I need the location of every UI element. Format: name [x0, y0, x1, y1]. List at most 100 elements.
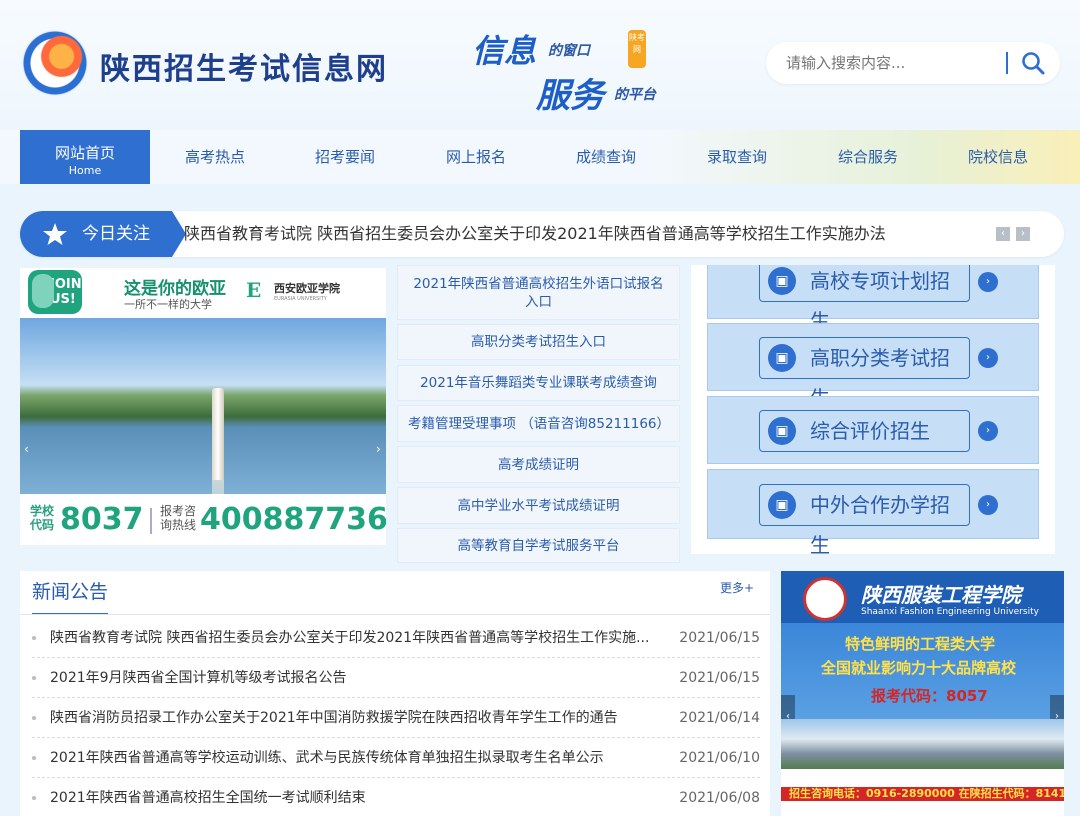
- bullet-icon: [32, 636, 36, 640]
- nav-item-gaokao-hot[interactable]: 高考热点: [150, 130, 280, 184]
- news-row[interactable]: 2021年陕西省普通高等学校运动训练、武术与民族传统体育单独招生拟录取考生名单公…: [32, 738, 760, 778]
- bullet-icon: [32, 676, 36, 680]
- entry-special-plan[interactable]: ▣ 高校专项计划招生 ›: [707, 265, 1039, 333]
- bullet-icon: [32, 716, 36, 720]
- news-row-title[interactable]: 2021年9月陕西省全国计算机等级考试报名公告: [50, 658, 650, 698]
- document-icon: ▣: [768, 267, 796, 295]
- today-focus-tag: 今日关注: [20, 211, 186, 257]
- ad-hotline-label: 报考咨询热线: [160, 504, 197, 532]
- site-header: 陕西招生考试信息网 信息 的窗口 陕考网 服务 的平台: [0, 0, 1080, 130]
- ad-footer: 学校代码 8037 报考咨询热线 4008877369: [20, 494, 386, 545]
- banner-school: 陕西服装工程学院: [861, 583, 1021, 607]
- quick-link[interactable]: 高中学业水平考试成绩证明: [397, 487, 680, 524]
- nav-item-colleges[interactable]: 院校信息: [933, 130, 1063, 184]
- news-row-title[interactable]: 2021年陕西省普通高等学校运动训练、武术与民族传统体育单独招生拟录取考生名单公…: [50, 738, 650, 778]
- chevron-right-icon: ›: [978, 348, 998, 368]
- ad-divider: [150, 508, 152, 534]
- news-row-date: 2021/06/14: [679, 710, 760, 726]
- news-row-date: 2021/06/15: [679, 630, 760, 646]
- quick-link[interactable]: 高考成绩证明: [397, 446, 680, 483]
- news-more-link[interactable]: 更多+: [720, 579, 754, 596]
- banner-code: 报考代码：8057: [871, 687, 988, 705]
- nav-home-en: Home: [68, 164, 102, 177]
- ad-school-logo: E: [246, 278, 262, 302]
- ad-code: 8037: [60, 502, 144, 537]
- slogan-line2: 服务: [536, 76, 604, 116]
- document-icon: ▣: [768, 344, 796, 372]
- campus-tower: [212, 388, 224, 480]
- slogan-line1: 信息: [472, 32, 537, 70]
- hand-icon: [32, 274, 54, 308]
- search-input[interactable]: [786, 52, 996, 74]
- quick-link[interactable]: 高等教育自学考试服务平台: [397, 528, 680, 563]
- news-row-title[interactable]: 陕西省教育考试院 陕西省招生委员会办公室关于印发2021年陕西省普通高等学校招生…: [50, 618, 650, 658]
- ad-school-name: 西安欧亚学院: [274, 282, 340, 295]
- quick-link[interactable]: 高职分类考试招生入口: [397, 324, 680, 360]
- news-row[interactable]: 陕西省消防员招录工作办公室关于2021年中国消防救援学院在陕西招收青年学生工作的…: [32, 698, 760, 738]
- nav-item-registration[interactable]: 网上报名: [411, 130, 541, 184]
- site-logo[interactable]: [22, 30, 88, 96]
- ad-code-label: 学校代码: [30, 504, 55, 532]
- news-row[interactable]: 陕西省教育考试院 陕西省招生委员会办公室关于印发2021年陕西省普通高等学校招生…: [32, 618, 760, 658]
- chevron-right-icon: ›: [978, 495, 998, 515]
- nav-home[interactable]: 网站首页 Home: [20, 130, 150, 184]
- banner-school-en: Shaanxi Fashion Engineering University: [861, 607, 1039, 617]
- entry-vocational[interactable]: ▣ 高职分类考试招生 ›: [707, 323, 1039, 410]
- news-row-date: 2021/06/10: [679, 750, 760, 766]
- enrollment-entries: ▣ 高校专项计划招生 › ▣ 高职分类考试招生 › ▣ 综合评价招生 › ▣ 中…: [691, 265, 1055, 554]
- entry-joint-program[interactable]: ▣ 中外合作办学招生 ›: [707, 469, 1039, 554]
- entry-label: 综合评价招生: [810, 419, 930, 443]
- quick-link[interactable]: 考籍管理受理事项 （语音咨询85211166）: [397, 405, 680, 442]
- search-icon[interactable]: [1020, 50, 1046, 76]
- ad-next-arrow-icon[interactable]: ›: [376, 442, 381, 456]
- slogan-small2: 的平台: [614, 87, 656, 103]
- banner-line1: 特色鲜明的工程类大学: [845, 635, 996, 653]
- news-row-title[interactable]: 陕西省消防员招录工作办公室关于2021年中国消防救援学院在陕西招收青年学生工作的…: [50, 698, 650, 738]
- news-row-date: 2021/06/15: [679, 670, 760, 686]
- fashion-university-banner[interactable]: 陕西服装工程学院 Shaanxi Fashion Engineering Uni…: [781, 571, 1064, 816]
- site-name[interactable]: 陕西招生考试信息网: [100, 44, 388, 88]
- news-row-date: 2021/06/08: [679, 790, 760, 806]
- banner-head: 陕西服装工程学院 Shaanxi Fashion Engineering Uni…: [781, 571, 1064, 623]
- banner-campus-photo: [781, 719, 1064, 769]
- nav-home-label: 网站首页: [54, 144, 115, 162]
- nav-item-news[interactable]: 招考要闻: [280, 130, 410, 184]
- chevron-right-icon: ›: [978, 272, 998, 292]
- campus-photo: ‹ ›: [20, 318, 386, 540]
- ad-prev-arrow-icon[interactable]: ‹: [24, 442, 29, 456]
- search-box: [766, 42, 1060, 84]
- nav-item-admission[interactable]: 录取查询: [672, 130, 802, 184]
- nav-item-scores[interactable]: 成绩查询: [541, 130, 671, 184]
- ad-join-text: JOIN US!: [50, 277, 82, 307]
- document-icon: ▣: [768, 417, 796, 445]
- chevron-right-icon: ›: [978, 421, 998, 441]
- quick-link[interactable]: 2021年陕西省普通高校招生外语口试报名入口: [397, 265, 680, 320]
- ad-header: JOIN US! 这是你的欧亚 一所不一样的大学 E 西安欧亚学院 EURASI…: [20, 268, 386, 318]
- eurasia-ad-banner[interactable]: JOIN US! 这是你的欧亚 一所不一样的大学 E 西安欧亚学院 EURASI…: [20, 268, 386, 545]
- today-focus-bar: 今日关注 陕西省教育考试院 陕西省招生委员会办公室关于印发2021年陕西省普通高…: [20, 211, 1064, 257]
- news-divider: [20, 614, 770, 615]
- news-row[interactable]: 2021年9月陕西省全国计算机等级考试报名公告 2021/06/15: [32, 658, 760, 698]
- nav-item-services[interactable]: 综合服务: [803, 130, 933, 184]
- news-title: 新闻公告: [32, 577, 109, 615]
- star-icon: [43, 223, 67, 245]
- document-icon: ▣: [768, 491, 796, 519]
- bullet-icon: [32, 756, 36, 760]
- today-focus-label: 今日关注: [82, 224, 150, 244]
- focus-next-arrow-icon[interactable]: ›: [1016, 227, 1030, 241]
- focus-prev-arrow-icon[interactable]: ‹: [996, 227, 1010, 241]
- entry-label: 中外合作办学招生: [810, 493, 950, 554]
- today-focus-headline[interactable]: 陕西省教育考试院 陕西省招生委员会办公室关于印发2021年陕西省普通高等学校招生…: [184, 211, 886, 257]
- entry-comprehensive[interactable]: ▣ 综合评价招生 ›: [707, 396, 1039, 464]
- ad-join-badge: JOIN US!: [28, 270, 82, 314]
- quick-link[interactable]: 2021年音乐舞蹈类专业课联考成绩查询: [397, 365, 680, 401]
- news-row[interactable]: 2021年陕西省普通高校招生全国统一考试顺利结束 2021/06/08: [32, 778, 760, 816]
- slogan-small1: 的窗口: [548, 43, 590, 59]
- site-slogan: 信息 的窗口 陕考网 服务 的平台: [470, 22, 690, 116]
- entry-box: ▣ 中外合作办学招生: [759, 484, 970, 554]
- entry-box: ▣ 高校专项计划招生: [759, 265, 970, 333]
- news-row-title[interactable]: 2021年陕西省普通高校招生全国统一考试顺利结束: [50, 778, 650, 816]
- banner-body: 特色鲜明的工程类大学 全国就业影响力十大品牌高校 报考代码：8057 ‹ ›: [781, 623, 1064, 739]
- ad-hotline: 4008877369: [200, 502, 386, 537]
- ad-subslogan: 一所不一样的大学: [124, 298, 212, 311]
